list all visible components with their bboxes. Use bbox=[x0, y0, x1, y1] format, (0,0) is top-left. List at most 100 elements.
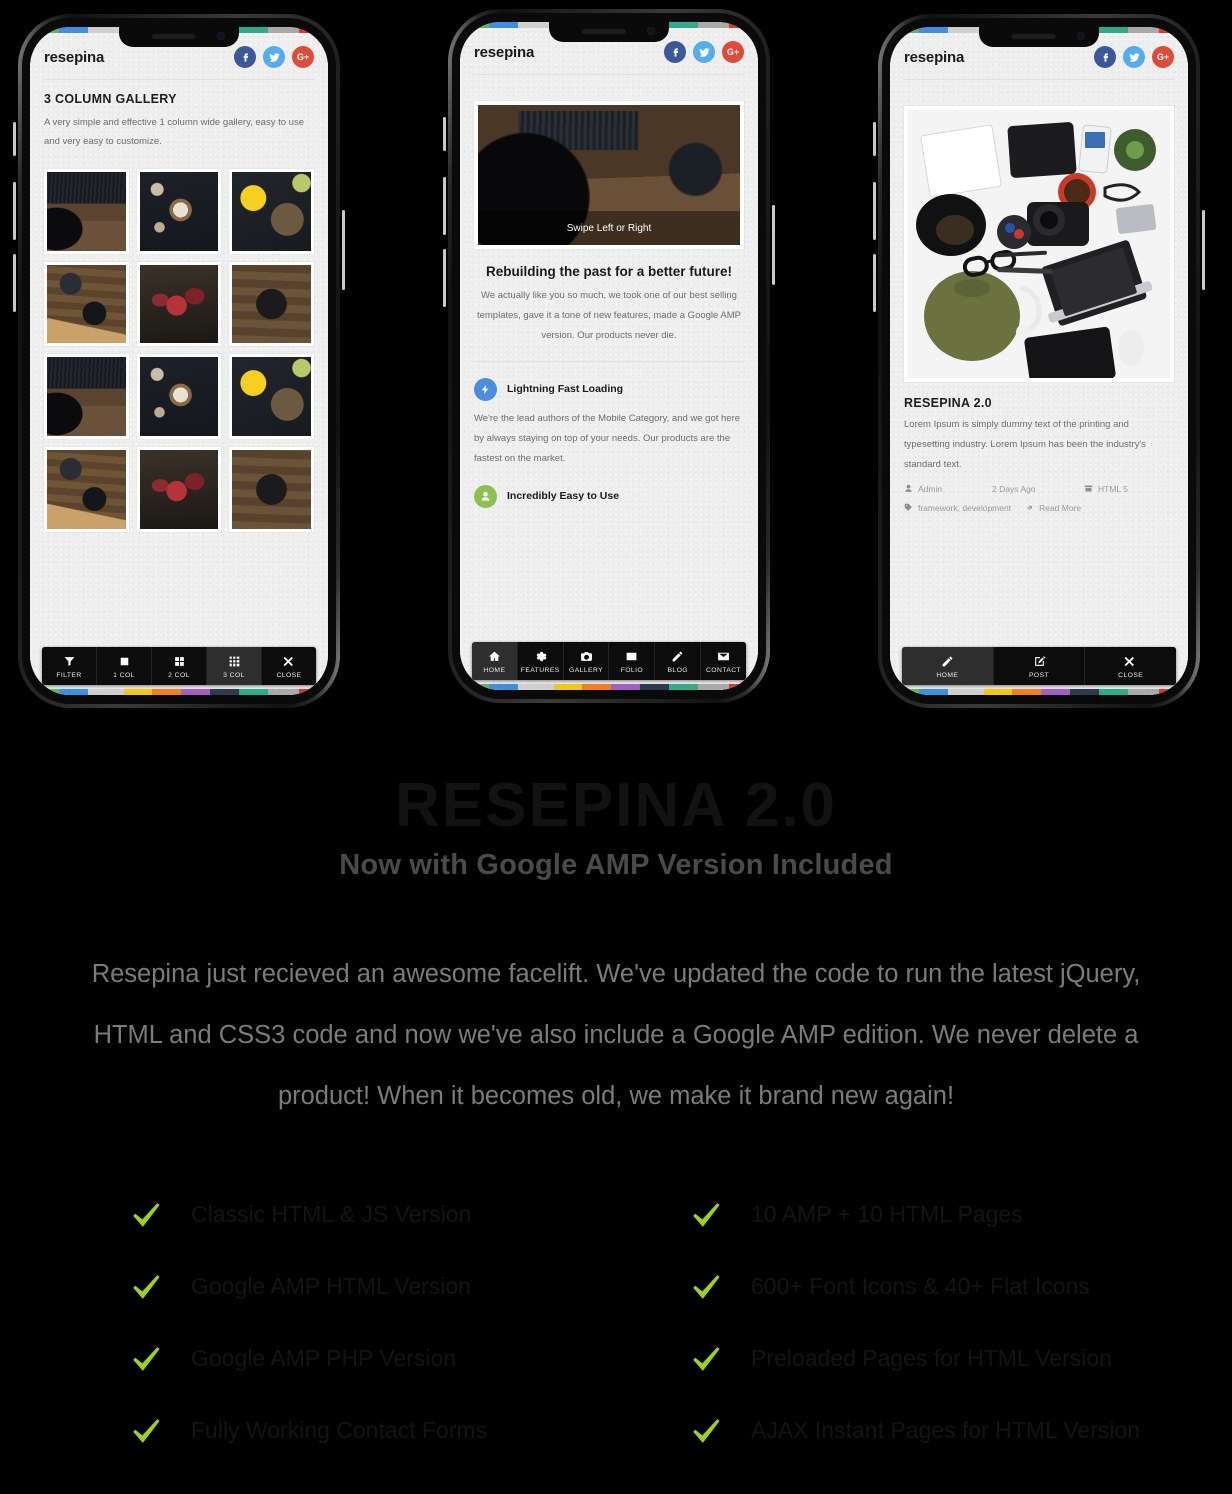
nav-item-folio[interactable]: FOLIO bbox=[609, 642, 656, 680]
rainbow-segment bbox=[460, 684, 489, 690]
gallery-tile[interactable] bbox=[136, 261, 222, 347]
gallery-tile[interactable] bbox=[44, 354, 129, 439]
phone-side-button[interactable] bbox=[443, 117, 446, 151]
gallery-tile[interactable] bbox=[229, 168, 314, 254]
twitter-icon[interactable] bbox=[1123, 46, 1145, 68]
phone-power-button[interactable] bbox=[342, 210, 345, 290]
nav-item-2-col[interactable]: 2 COL bbox=[152, 647, 207, 685]
phone-power-button[interactable] bbox=[772, 205, 775, 285]
check-icon bbox=[689, 1270, 723, 1304]
hero-slider[interactable]: Swipe Left or Right bbox=[474, 101, 744, 249]
nav-item-blog[interactable]: BLOG bbox=[655, 642, 702, 680]
rainbow-segment bbox=[1041, 689, 1070, 695]
nav-item-features[interactable]: FEATURES bbox=[517, 642, 564, 680]
phone2-bottom-nav-wrap: HOME FEATURES GALLERY FOLIO BLOG CONTACT bbox=[472, 642, 746, 680]
rainbow-segment bbox=[488, 684, 518, 690]
pencil-icon bbox=[902, 654, 993, 668]
phone-volume-down-button[interactable] bbox=[873, 254, 876, 312]
feature-list-item: Preloaded Pages for HTML Version bbox=[621, 1342, 1171, 1376]
post-category-label: HTML 5 bbox=[1098, 483, 1128, 494]
phone1-screen: resepina G+ 3 COLUMN GALLERY A very simp… bbox=[30, 27, 328, 695]
brand-logo[interactable]: resepina bbox=[44, 49, 104, 66]
feature-item-easy: Incredibly Easy to Use bbox=[474, 484, 744, 508]
feature-list-label: AJAX Instant Pages for HTML Version bbox=[751, 1417, 1141, 1444]
phone-side-button[interactable] bbox=[13, 122, 16, 156]
nav-item-home[interactable]: HOME bbox=[902, 647, 994, 685]
phone-volume-up-button[interactable] bbox=[13, 182, 16, 240]
nav-item-home[interactable]: HOME bbox=[472, 642, 518, 680]
facebook-icon[interactable] bbox=[234, 46, 256, 68]
google-plus-icon[interactable]: G+ bbox=[292, 46, 314, 68]
gallery-thumbnail bbox=[47, 449, 126, 529]
phone-notch bbox=[119, 27, 239, 47]
user-icon bbox=[474, 484, 497, 508]
phone-side-button[interactable] bbox=[873, 122, 876, 156]
google-plus-icon[interactable]: G+ bbox=[722, 41, 744, 63]
front-camera-icon bbox=[1077, 32, 1085, 40]
post-read-more-label: Read More bbox=[1039, 502, 1082, 513]
nav-item-label: 3 COL bbox=[223, 672, 245, 679]
brand-logo[interactable]: resepina bbox=[474, 44, 534, 61]
link-icon bbox=[1027, 505, 1033, 510]
nav-item-gallery[interactable]: GALLERY bbox=[563, 642, 610, 680]
post-thumbnail[interactable] bbox=[904, 106, 1174, 382]
phone-volume-up-button[interactable] bbox=[443, 177, 446, 235]
nav-item-3-col[interactable]: 3 COL bbox=[207, 647, 262, 685]
gear-icon bbox=[518, 649, 563, 663]
envelope-icon bbox=[701, 649, 746, 663]
gallery-tile[interactable] bbox=[229, 446, 314, 532]
user-icon bbox=[905, 485, 912, 493]
rainbow-segment bbox=[267, 689, 300, 695]
phone1-bottom-nav: FILTER 1 COL 2 COL 3 COL CLOSE bbox=[42, 647, 316, 685]
gallery-tile[interactable] bbox=[136, 446, 222, 532]
twitter-icon[interactable] bbox=[693, 41, 715, 63]
twitter-icon[interactable] bbox=[263, 46, 285, 68]
gallery-tile[interactable] bbox=[44, 261, 129, 347]
check-icon bbox=[129, 1342, 163, 1376]
gallery-tile[interactable] bbox=[136, 354, 222, 439]
bottom-rainbow-bar bbox=[890, 689, 1188, 695]
social-links: G+ bbox=[234, 46, 314, 68]
post-author-label: Admin bbox=[918, 483, 943, 494]
rainbow-segment bbox=[517, 684, 554, 690]
nav-item-close[interactable]: CLOSE bbox=[1085, 647, 1176, 685]
brand-logo[interactable]: resepina bbox=[904, 49, 964, 66]
feature-list-item: Classic HTML & JS Version bbox=[61, 1198, 611, 1232]
nav-item-post[interactable]: POST bbox=[993, 647, 1086, 685]
hero-image: Swipe Left or Right bbox=[478, 105, 740, 245]
feature-list-item: Google AMP PHP Version bbox=[61, 1342, 611, 1376]
rainbow-segment bbox=[553, 684, 583, 690]
gallery-tile[interactable] bbox=[44, 446, 129, 532]
phone3-bottom-nav-wrap: HOME POST CLOSE bbox=[902, 647, 1176, 685]
gallery-tile[interactable] bbox=[229, 261, 314, 347]
gallery-tile[interactable] bbox=[229, 354, 314, 439]
check-icon bbox=[129, 1198, 163, 1232]
nav-item-1-col[interactable]: 1 COL bbox=[97, 647, 152, 685]
phone-power-button[interactable] bbox=[1202, 210, 1205, 290]
feature-list-label: Classic HTML & JS Version bbox=[191, 1201, 472, 1228]
phone-volume-down-button[interactable] bbox=[13, 254, 16, 312]
gallery-tile[interactable] bbox=[44, 168, 129, 254]
post-title: RESEPINA 2.0 bbox=[904, 396, 992, 410]
nav-item-label: FILTER bbox=[56, 672, 82, 679]
nav-item-filter[interactable]: FILTER bbox=[42, 647, 97, 685]
post-read-more[interactable]: Read More bbox=[1025, 503, 1081, 513]
facebook-icon[interactable] bbox=[664, 41, 686, 63]
rainbow-segment bbox=[238, 689, 268, 695]
nav-item-close[interactable]: CLOSE bbox=[262, 647, 316, 685]
phone-volume-down-button[interactable] bbox=[443, 249, 446, 307]
gallery-thumbnail bbox=[47, 171, 126, 251]
rainbow-segment bbox=[299, 689, 328, 695]
rainbow-segment bbox=[729, 684, 758, 690]
grid-3x3-icon bbox=[207, 654, 261, 668]
camera-icon bbox=[564, 649, 609, 663]
facebook-icon[interactable] bbox=[1094, 46, 1116, 68]
phone-volume-up-button[interactable] bbox=[873, 182, 876, 240]
nav-item-label: FOLIO bbox=[620, 667, 644, 674]
gallery-tile[interactable] bbox=[136, 168, 222, 254]
nav-item-contact[interactable]: CONTACT bbox=[701, 642, 746, 680]
feature-list-item: Google AMP HTML Version bbox=[61, 1270, 611, 1304]
rainbow-segment bbox=[918, 689, 948, 695]
rainbow-segment bbox=[1012, 689, 1042, 695]
google-plus-icon[interactable]: G+ bbox=[1152, 46, 1174, 68]
